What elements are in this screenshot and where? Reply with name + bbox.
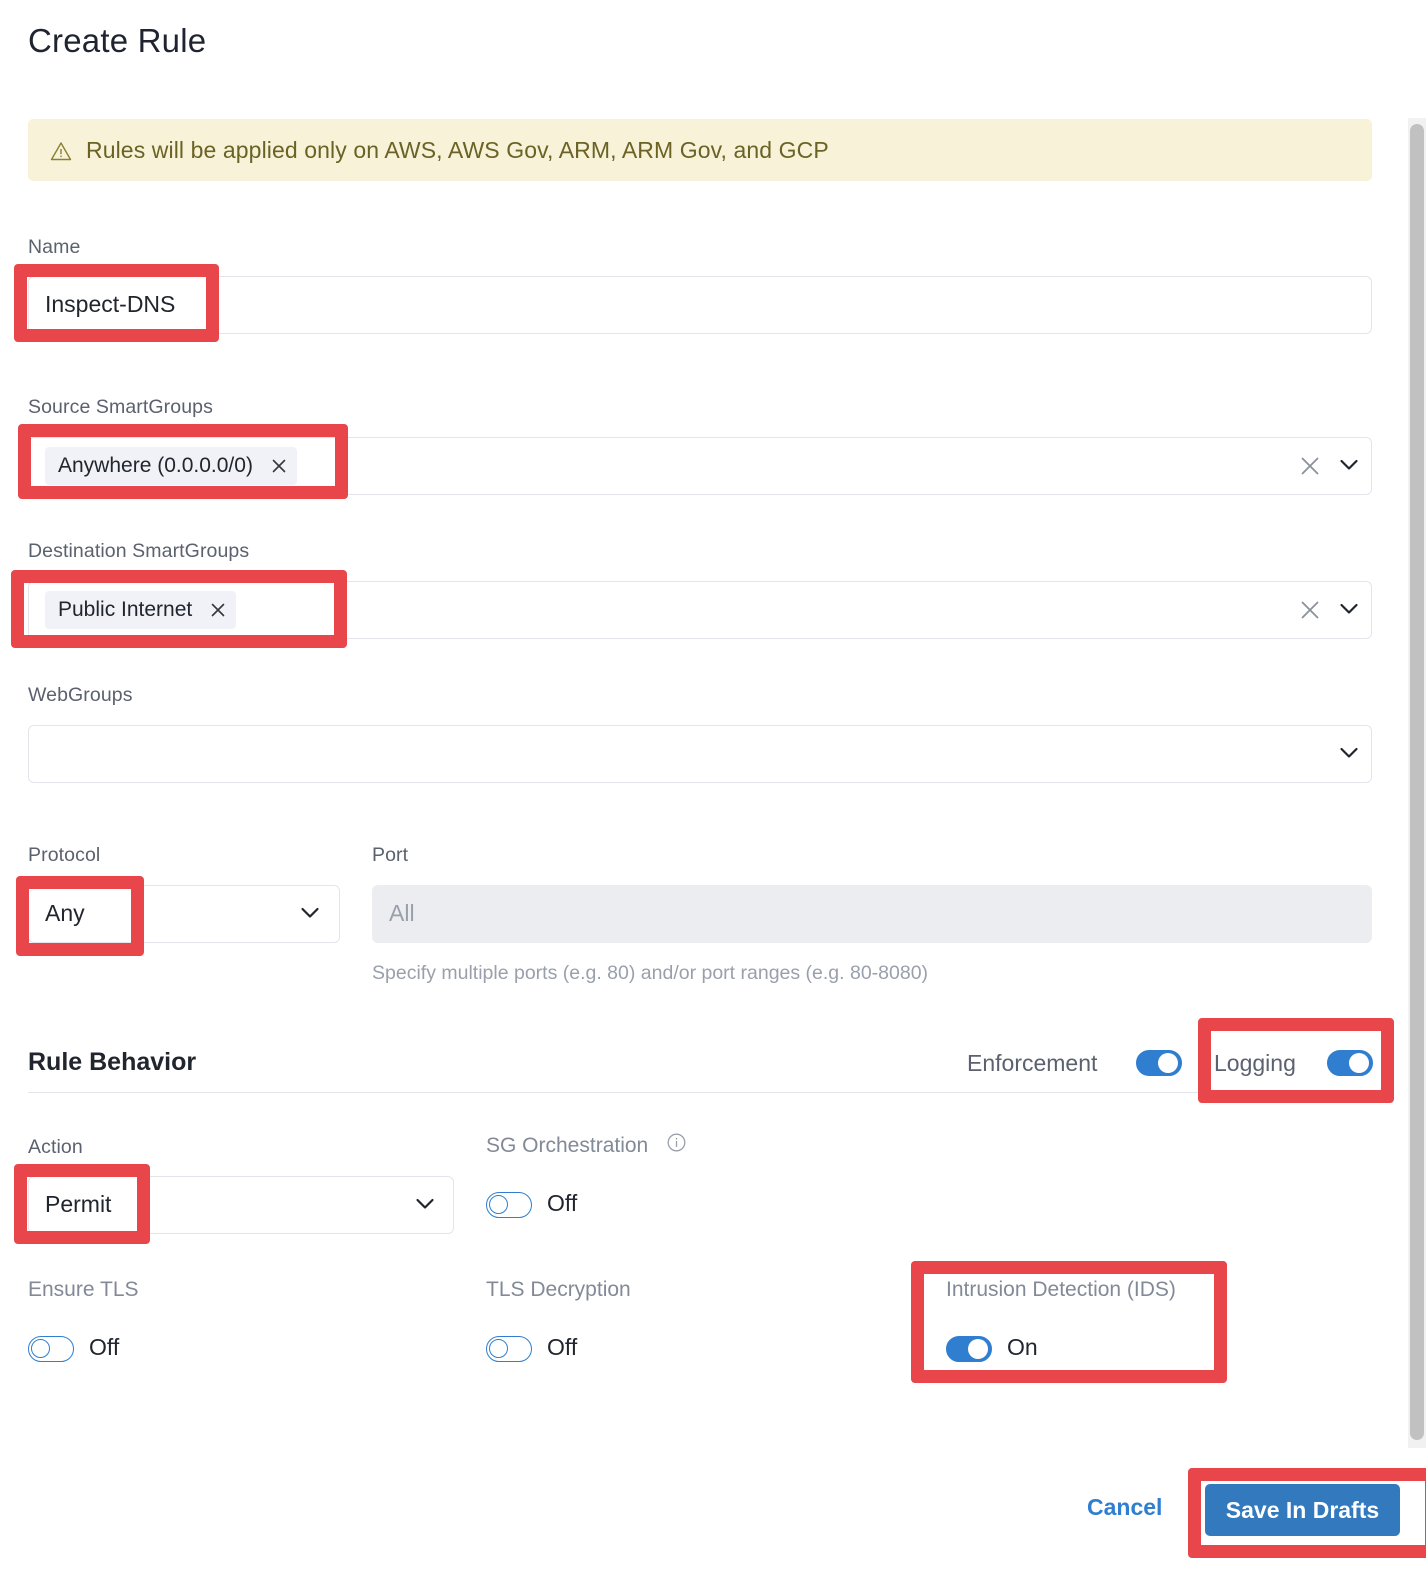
destination-smartgroups-label: Destination SmartGroups	[28, 540, 250, 562]
webgroups-select[interactable]	[28, 725, 1372, 783]
chip-label: Public Internet	[58, 598, 193, 621]
rule-behavior-divider	[28, 1092, 1372, 1093]
webgroups-label: WebGroups	[28, 684, 133, 706]
save-in-drafts-button[interactable]: Save In Drafts	[1205, 1484, 1400, 1536]
ensure-tls-toggle[interactable]	[28, 1336, 74, 1362]
protocol-chevron-down-icon[interactable]	[300, 906, 320, 920]
name-input-value: Inspect-DNS	[45, 291, 176, 317]
tls-decryption-label: TLS Decryption	[486, 1278, 631, 1301]
action-label: Action	[28, 1136, 83, 1158]
name-label: Name	[28, 236, 81, 258]
intrusion-detection-state: On	[1007, 1334, 1038, 1360]
chip-remove-icon[interactable]	[210, 602, 226, 618]
source-chevron-down-icon[interactable]	[1339, 458, 1359, 472]
cancel-button[interactable]: Cancel	[1087, 1494, 1162, 1521]
port-label: Port	[372, 844, 409, 866]
page-title: Create Rule	[28, 22, 207, 59]
destination-clear-icon[interactable]	[1299, 599, 1321, 621]
sg-orchestration-label: SG Orchestration	[486, 1134, 649, 1157]
destination-chevron-down-icon[interactable]	[1339, 602, 1359, 616]
port-helper-text: Specify multiple ports (e.g. 80) and/or …	[372, 962, 929, 984]
warning-banner-text: Rules will be applied only on AWS, AWS G…	[86, 136, 829, 163]
port-input-placeholder: All	[389, 900, 415, 926]
ensure-tls-label: Ensure TLS	[28, 1278, 139, 1301]
source-clear-icon[interactable]	[1299, 455, 1321, 477]
enforcement-label: Enforcement	[967, 1050, 1098, 1076]
warning-triangle-icon	[50, 141, 72, 161]
create-rule-dialog: Create Rule Rules will be applied only o…	[0, 0, 1426, 1570]
chip-label: Anywhere (0.0.0.0/0)	[58, 454, 253, 477]
ensure-tls-state: Off	[89, 1334, 120, 1360]
port-input[interactable]	[372, 885, 1372, 943]
logging-label: Logging	[1214, 1050, 1296, 1076]
enforcement-toggle[interactable]	[1136, 1050, 1182, 1076]
sg-orchestration-toggle[interactable]	[486, 1192, 532, 1218]
source-smartgroup-chip[interactable]: Anywhere (0.0.0.0/0)	[45, 447, 297, 485]
sg-orchestration-state: Off	[547, 1190, 578, 1216]
webgroups-chevron-down-icon[interactable]	[1339, 746, 1359, 760]
protocol-label: Protocol	[28, 844, 101, 866]
name-input[interactable]	[28, 276, 1372, 334]
logging-toggle[interactable]	[1327, 1050, 1373, 1076]
action-chevron-down-icon[interactable]	[415, 1197, 435, 1211]
scrollbar-thumb[interactable]	[1410, 124, 1424, 1440]
intrusion-detection-toggle[interactable]	[946, 1336, 992, 1362]
warning-banner: Rules will be applied only on AWS, AWS G…	[28, 119, 1372, 181]
intrusion-detection-label: Intrusion Detection (IDS)	[946, 1278, 1176, 1301]
rule-behavior-title: Rule Behavior	[28, 1048, 197, 1076]
action-select-value: Permit	[45, 1191, 112, 1217]
tls-decryption-toggle[interactable]	[486, 1336, 532, 1362]
protocol-select-value: Any	[45, 900, 85, 926]
info-circle-icon[interactable]	[667, 1133, 686, 1152]
tls-decryption-state: Off	[547, 1334, 578, 1360]
destination-smartgroup-chip[interactable]: Public Internet	[45, 591, 237, 629]
source-smartgroups-label: Source SmartGroups	[28, 396, 213, 418]
chip-remove-icon[interactable]	[271, 458, 287, 474]
